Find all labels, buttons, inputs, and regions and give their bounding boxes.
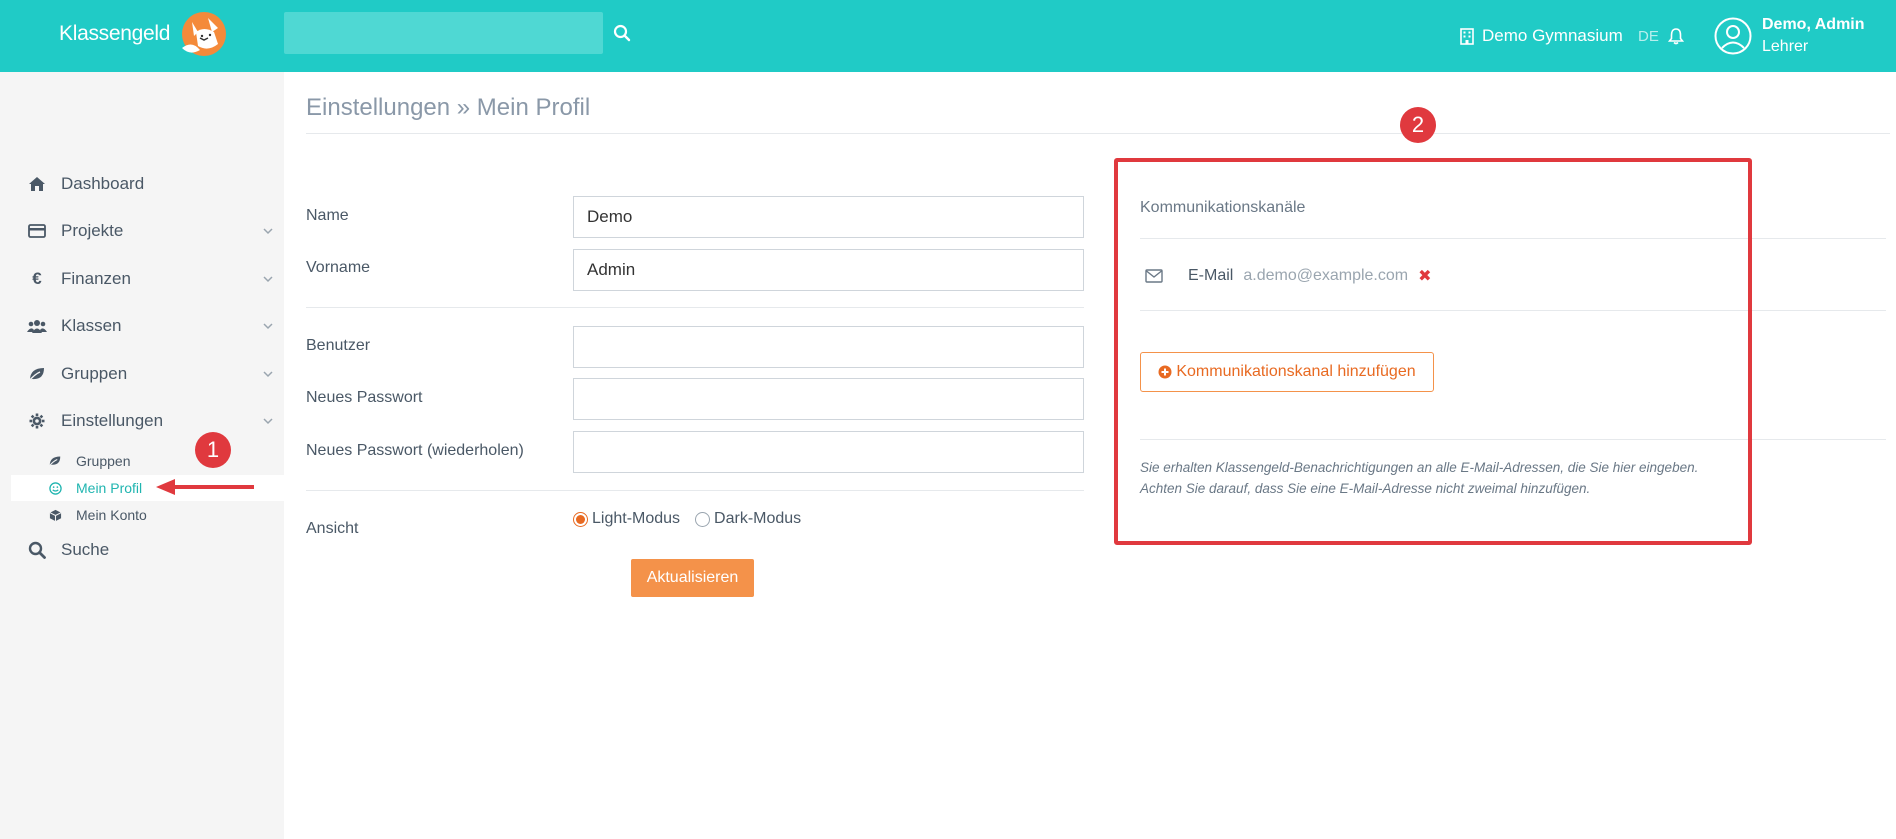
annotation-badge-2: 2 xyxy=(1400,107,1436,143)
logo-text: Klassengeld xyxy=(59,22,171,45)
password-repeat-field[interactable] xyxy=(573,431,1084,473)
sidebar-subitem-mein-konto[interactable]: Mein Konto xyxy=(11,502,284,528)
home-icon xyxy=(27,174,47,194)
sidebar-item-dashboard[interactable]: Dashboard xyxy=(0,165,284,203)
sidebar-subitem-label: Mein Konto xyxy=(76,507,147,523)
dark-mode-label[interactable]: Dark-Modus xyxy=(714,510,801,528)
chevron-down-icon xyxy=(263,228,273,235)
chevron-down-icon xyxy=(263,418,273,425)
sidebar-item-label: Klassen xyxy=(61,316,122,335)
language-switch[interactable]: DE xyxy=(1638,0,1659,72)
annotation-arrow-icon xyxy=(156,479,254,495)
sidebar-item-label: Dashboard xyxy=(61,174,145,193)
credit-card-icon xyxy=(27,221,47,241)
light-mode-radio[interactable] xyxy=(573,511,588,527)
name-label: Name xyxy=(306,207,349,224)
user-avatar-icon xyxy=(1714,17,1752,55)
annotation-badge-1: 1 xyxy=(195,432,231,468)
annotation-highlight-box xyxy=(1114,158,1752,545)
password-repeat-label: Neues Passwort (wiederholen) xyxy=(306,442,524,459)
bell-icon xyxy=(1668,28,1684,45)
sidebar-item-label: Gruppen xyxy=(61,364,128,383)
euro-icon: € xyxy=(32,269,42,288)
building-icon xyxy=(1460,27,1474,45)
page-title: Einstellungen » Mein Profil xyxy=(306,94,591,121)
sidebar-item-label: Einstellungen xyxy=(61,411,164,430)
form-divider xyxy=(306,307,1084,308)
sidebar-subitem-label: Mein Profil xyxy=(76,480,143,496)
sidebar-item-einstellungen[interactable]: Einstellungen xyxy=(0,402,284,440)
light-mode-label[interactable]: Light-Modus xyxy=(592,510,680,528)
chevron-down-icon xyxy=(263,323,273,330)
leaf-icon xyxy=(27,364,47,384)
user-label: Benutzer xyxy=(306,337,371,354)
logo[interactable]: Klassengeld xyxy=(59,10,230,58)
search-icon[interactable] xyxy=(612,23,632,43)
chevron-down-icon xyxy=(263,276,273,283)
school-name: Demo Gymnasium xyxy=(1482,26,1623,45)
chevron-down-icon xyxy=(263,371,273,378)
sidebar-item-label: Suche xyxy=(61,540,110,559)
view-label: Ansicht xyxy=(306,520,359,537)
search-input[interactable] xyxy=(284,12,603,54)
name-field[interactable] xyxy=(573,196,1084,238)
sidebar-item-label: Finanzen xyxy=(61,269,131,288)
title-divider xyxy=(306,133,1890,134)
sidebar-subitem-gruppen[interactable]: Gruppen xyxy=(11,448,284,474)
user-menu[interactable]: Demo, Admin Lehrer xyxy=(1714,0,1865,72)
password-field[interactable] xyxy=(573,378,1084,420)
sidebar-item-klassen[interactable]: Klassen xyxy=(0,307,284,345)
user-name: Demo, Admin xyxy=(1762,16,1865,33)
firstname-label: Vorname xyxy=(306,259,371,276)
username-field[interactable] xyxy=(573,326,1084,368)
top-bar: Klassengeld Demo Gymnasium DE Demo, Admi… xyxy=(0,0,1896,72)
sidebar-subitem-label: Gruppen xyxy=(76,453,131,469)
firstname-field[interactable] xyxy=(573,249,1084,291)
sidebar-item-finanzen[interactable]: € Finanzen xyxy=(0,260,284,298)
fox-logo-icon xyxy=(182,12,227,56)
notifications-button[interactable] xyxy=(1668,0,1684,72)
smile-icon xyxy=(47,480,63,496)
view-mode-radio-group: Light-Modus Dark-Modus xyxy=(573,510,816,528)
school-selector[interactable]: Demo Gymnasium xyxy=(1460,0,1623,72)
sidebar-item-label: Projekte xyxy=(61,221,124,240)
sidebar-item-suche[interactable]: Suche xyxy=(0,531,284,569)
dark-mode-radio[interactable] xyxy=(695,511,711,527)
user-role: Lehrer xyxy=(1762,38,1809,55)
cube-icon xyxy=(47,507,63,523)
sidebar-item-gruppen[interactable]: Gruppen xyxy=(0,355,284,393)
sidebar-item-projekte[interactable]: Projekte xyxy=(0,212,284,250)
users-icon xyxy=(27,316,47,336)
update-button[interactable]: Aktualisieren xyxy=(631,559,754,597)
password-label: Neues Passwort xyxy=(306,389,423,406)
search-icon xyxy=(27,540,47,560)
gear-icon xyxy=(27,411,47,431)
form-divider xyxy=(306,490,1084,491)
leaf-icon xyxy=(47,453,63,469)
